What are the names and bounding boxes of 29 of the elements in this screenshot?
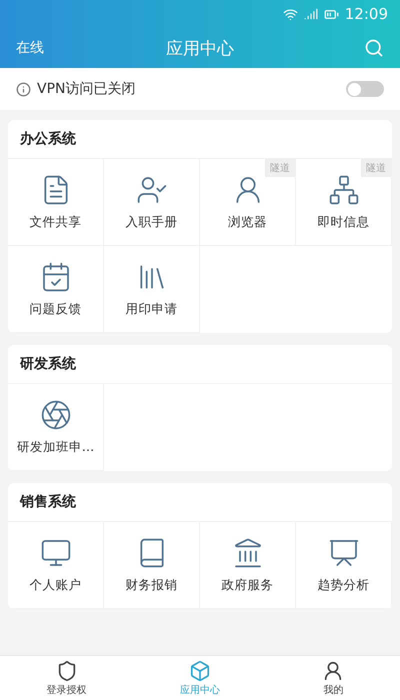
page-title: 应用中心 bbox=[165, 38, 235, 60]
app-tile[interactable]: 研发加班申… bbox=[8, 384, 104, 471]
section-title: 销售系统 bbox=[8, 483, 392, 522]
search-icon[interactable] bbox=[364, 38, 384, 58]
tab-bar-item[interactable]: 我的 bbox=[266, 656, 400, 700]
app-tile[interactable]: 问题反馈 bbox=[8, 246, 104, 333]
signal-icon bbox=[304, 7, 318, 21]
app-tile[interactable]: 财务报销 bbox=[104, 522, 200, 609]
network-icon bbox=[328, 174, 360, 206]
aperture-icon bbox=[40, 398, 72, 430]
app-tile[interactable]: 隧道 浏览器 bbox=[200, 159, 296, 246]
clock-time: 12:09 bbox=[344, 5, 388, 23]
tunnel-tag: 隧道 bbox=[265, 159, 295, 177]
online-status: 在线 bbox=[16, 39, 44, 57]
app-tile[interactable]: 入职手册 bbox=[104, 159, 200, 246]
tunnel-tag: 隧道 bbox=[361, 159, 391, 177]
vpn-toggle[interactable] bbox=[346, 81, 384, 97]
app-tile[interactable]: 隧道 即时信息 bbox=[296, 159, 392, 246]
app-tile[interactable]: 趋势分析 bbox=[296, 522, 392, 609]
info-icon bbox=[16, 82, 31, 96]
vpn-label: VPN访问已关闭 bbox=[37, 80, 136, 98]
app-tile[interactable]: 文件共享 bbox=[8, 159, 104, 246]
app-tile[interactable]: 政府服务 bbox=[200, 522, 296, 609]
tab-bar-item[interactable]: 登录授权 bbox=[0, 656, 134, 700]
app-tile[interactable]: 用印申请 bbox=[104, 246, 200, 333]
app-tile[interactable]: 个人账户 bbox=[8, 522, 104, 609]
box-icon bbox=[188, 660, 211, 682]
wifi-icon bbox=[282, 6, 298, 22]
section-title: 研发系统 bbox=[8, 345, 392, 384]
